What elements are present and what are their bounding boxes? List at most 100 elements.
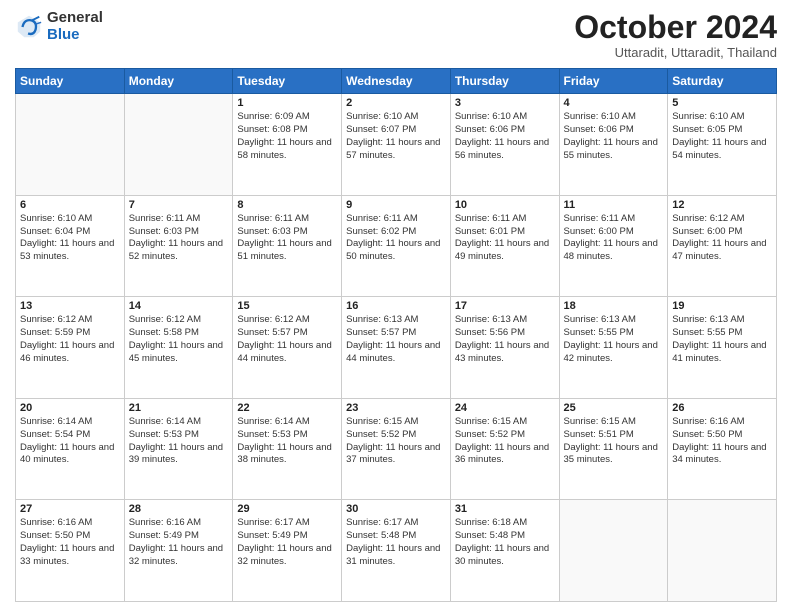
table-row: 24Sunrise: 6:15 AMSunset: 5:52 PMDayligh… bbox=[450, 398, 559, 500]
day-info: Sunrise: 6:13 AMSunset: 5:57 PMDaylight:… bbox=[346, 314, 446, 365]
day-info: Sunrise: 6:12 AMSunset: 5:58 PMDaylight:… bbox=[129, 314, 229, 365]
location-subtitle: Uttaradit, Uttaradit, Thailand bbox=[574, 45, 777, 60]
day-info: Sunrise: 6:10 AMSunset: 6:06 PMDaylight:… bbox=[564, 111, 664, 162]
table-row: 6Sunrise: 6:10 AMSunset: 6:04 PMDaylight… bbox=[16, 195, 125, 297]
table-row: 11 Sunrise: 6:11 AMSunset: 6:00 PMDayligh… bbox=[559, 195, 668, 297]
table-row: 10 Sunrise: 6:11 AMSunset: 6:01 PMDayligh… bbox=[450, 195, 559, 297]
table-row: 21 Sunrise: 6:14 AMSunset: 5:53 PMDayligh… bbox=[124, 398, 233, 500]
day-number: 14 bbox=[129, 300, 229, 312]
day-info: Sunrise: 6:17 AMSunset: 5:48 PMDaylight:… bbox=[346, 517, 446, 568]
day-info: Sunrise: 6:11 AMSunset: 6:02 PMDaylight:… bbox=[346, 213, 446, 264]
day-info: Sunrise: 6:18 AMSunset: 5:48 PMDaylight:… bbox=[455, 517, 555, 568]
day-number: 25 bbox=[564, 402, 664, 414]
table-row: 4 Sunrise: 6:10 AMSunset: 6:06 PMDaylight… bbox=[559, 94, 668, 196]
day-number: 30 bbox=[346, 503, 446, 515]
table-row: 17 Sunrise: 6:13 AMSunset: 5:56 PMDayligh… bbox=[450, 297, 559, 399]
calendar-week-row: 20 Sunrise: 6:14 AMSunset: 5:54 PMDayligh… bbox=[16, 398, 777, 500]
table-row: 7Sunrise: 6:11 AMSunset: 6:03 PMDaylight… bbox=[124, 195, 233, 297]
day-number: 23 bbox=[346, 402, 446, 414]
day-info: Sunrise: 6:11 AMSunset: 6:00 PMDaylight:… bbox=[564, 213, 664, 264]
table-row: 31 Sunrise: 6:18 AMSunset: 5:48 PMDayligh… bbox=[450, 500, 559, 602]
day-number: 21 bbox=[129, 402, 229, 414]
day-number: 11 bbox=[564, 199, 664, 211]
table-row: 2Sunrise: 6:10 AMSunset: 6:07 PMDaylight… bbox=[342, 94, 451, 196]
day-info: Sunrise: 6:11 AMSunset: 6:03 PMDaylight:… bbox=[237, 213, 337, 264]
table-row: 27Sunrise: 6:16 AMSunset: 5:50 PMDayligh… bbox=[16, 500, 125, 602]
day-number: 15 bbox=[237, 300, 337, 312]
table-row bbox=[559, 500, 668, 602]
day-number: 19 bbox=[672, 300, 772, 312]
day-info: Sunrise: 6:13 AMSunset: 5:55 PMDaylight:… bbox=[564, 314, 664, 365]
day-number: 1 bbox=[237, 97, 337, 109]
logo-text: General Blue bbox=[47, 10, 103, 43]
day-number: 8 bbox=[237, 199, 337, 211]
table-row: 16 Sunrise: 6:13 AMSunset: 5:57 PMDayligh… bbox=[342, 297, 451, 399]
table-row: 13Sunrise: 6:12 AMSunset: 5:59 PMDayligh… bbox=[16, 297, 125, 399]
table-row: 25 Sunrise: 6:15 AMSunset: 5:51 PMDayligh… bbox=[559, 398, 668, 500]
header-friday: Friday bbox=[559, 69, 668, 94]
day-number: 29 bbox=[237, 503, 337, 515]
header-wednesday: Wednesday bbox=[342, 69, 451, 94]
table-row: 20 Sunrise: 6:14 AMSunset: 5:54 PMDayligh… bbox=[16, 398, 125, 500]
table-row: 15 Sunrise: 6:12 AMSunset: 5:57 PMDayligh… bbox=[233, 297, 342, 399]
header-tuesday: Tuesday bbox=[233, 69, 342, 94]
day-number: 12 bbox=[672, 199, 772, 211]
table-row: 3 Sunrise: 6:10 AMSunset: 6:06 PMDaylight… bbox=[450, 94, 559, 196]
day-info: Sunrise: 6:13 AMSunset: 5:55 PMDaylight:… bbox=[672, 314, 772, 365]
day-info: Sunrise: 6:15 AMSunset: 5:51 PMDaylight:… bbox=[564, 416, 664, 467]
day-number: 17 bbox=[455, 300, 555, 312]
day-info: Sunrise: 6:14 AMSunset: 5:53 PMDaylight:… bbox=[129, 416, 229, 467]
day-info: Sunrise: 6:12 AMSunset: 5:57 PMDaylight:… bbox=[237, 314, 337, 365]
day-number: 13 bbox=[20, 300, 120, 312]
day-info: Sunrise: 6:12 AMSunset: 6:00 PMDaylight:… bbox=[672, 213, 772, 264]
header-monday: Monday bbox=[124, 69, 233, 94]
day-number: 4 bbox=[564, 97, 664, 109]
page: General Blue October 2024 Uttaradit, Utt… bbox=[0, 0, 792, 612]
day-info: Sunrise: 6:17 AMSunset: 5:49 PMDaylight:… bbox=[237, 517, 337, 568]
header-sunday: Sunday bbox=[16, 69, 125, 94]
day-number: 9 bbox=[346, 199, 446, 211]
logo: General Blue bbox=[15, 10, 103, 43]
calendar-week-row: 13Sunrise: 6:12 AMSunset: 5:59 PMDayligh… bbox=[16, 297, 777, 399]
day-info: Sunrise: 6:13 AMSunset: 5:56 PMDaylight:… bbox=[455, 314, 555, 365]
day-info: Sunrise: 6:15 AMSunset: 5:52 PMDaylight:… bbox=[346, 416, 446, 467]
day-number: 10 bbox=[455, 199, 555, 211]
day-info: Sunrise: 6:11 AMSunset: 6:01 PMDaylight:… bbox=[455, 213, 555, 264]
day-info: Sunrise: 6:10 AMSunset: 6:06 PMDaylight:… bbox=[455, 111, 555, 162]
day-number: 27 bbox=[20, 503, 120, 515]
header-saturday: Saturday bbox=[668, 69, 777, 94]
logo-blue-text: Blue bbox=[47, 27, 103, 44]
calendar-week-row: 6Sunrise: 6:10 AMSunset: 6:04 PMDaylight… bbox=[16, 195, 777, 297]
day-info: Sunrise: 6:10 AMSunset: 6:05 PMDaylight:… bbox=[672, 111, 772, 162]
month-title: October 2024 bbox=[574, 10, 777, 45]
day-number: 22 bbox=[237, 402, 337, 414]
calendar-week-row: 27Sunrise: 6:16 AMSunset: 5:50 PMDayligh… bbox=[16, 500, 777, 602]
table-row: 28 Sunrise: 6:16 AMSunset: 5:49 PMDayligh… bbox=[124, 500, 233, 602]
table-row: 5Sunrise: 6:10 AMSunset: 6:05 PMDaylight… bbox=[668, 94, 777, 196]
day-number: 2 bbox=[346, 97, 446, 109]
day-number: 3 bbox=[455, 97, 555, 109]
day-number: 18 bbox=[564, 300, 664, 312]
day-info: Sunrise: 6:14 AMSunset: 5:54 PMDaylight:… bbox=[20, 416, 120, 467]
day-number: 31 bbox=[455, 503, 555, 515]
day-info: Sunrise: 6:14 AMSunset: 5:53 PMDaylight:… bbox=[237, 416, 337, 467]
calendar-table: Sunday Monday Tuesday Wednesday Thursday… bbox=[15, 68, 777, 602]
day-number: 28 bbox=[129, 503, 229, 515]
day-number: 20 bbox=[20, 402, 120, 414]
table-row: 23 Sunrise: 6:15 AMSunset: 5:52 PMDayligh… bbox=[342, 398, 451, 500]
day-info: Sunrise: 6:15 AMSunset: 5:52 PMDaylight:… bbox=[455, 416, 555, 467]
day-number: 16 bbox=[346, 300, 446, 312]
table-row: 1 Sunrise: 6:09 AMSunset: 6:08 PMDaylight… bbox=[233, 94, 342, 196]
weekday-header-row: Sunday Monday Tuesday Wednesday Thursday… bbox=[16, 69, 777, 94]
day-number: 7 bbox=[129, 199, 229, 211]
calendar-week-row: 1 Sunrise: 6:09 AMSunset: 6:08 PMDaylight… bbox=[16, 94, 777, 196]
day-number: 26 bbox=[672, 402, 772, 414]
table-row: 8 Sunrise: 6:11 AMSunset: 6:03 PMDaylight… bbox=[233, 195, 342, 297]
day-info: Sunrise: 6:16 AMSunset: 5:49 PMDaylight:… bbox=[129, 517, 229, 568]
table-row: 22 Sunrise: 6:14 AMSunset: 5:53 PMDayligh… bbox=[233, 398, 342, 500]
table-row bbox=[16, 94, 125, 196]
table-row bbox=[124, 94, 233, 196]
day-info: Sunrise: 6:09 AMSunset: 6:08 PMDaylight:… bbox=[237, 111, 337, 162]
header: General Blue October 2024 Uttaradit, Utt… bbox=[15, 10, 777, 60]
day-info: Sunrise: 6:16 AMSunset: 5:50 PMDaylight:… bbox=[672, 416, 772, 467]
